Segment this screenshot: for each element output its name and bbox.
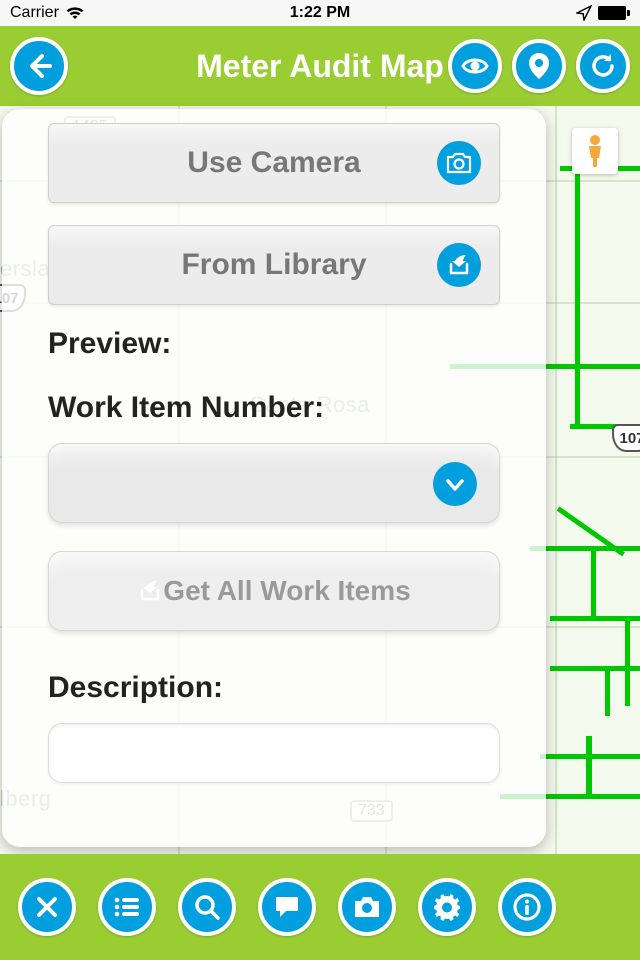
share-icon [437, 243, 481, 287]
status-right [576, 5, 630, 21]
close-icon [34, 894, 60, 920]
back-button[interactable] [10, 37, 68, 95]
clock: 1:22 PM [290, 4, 350, 22]
gear-icon [432, 892, 462, 922]
search-button[interactable] [178, 878, 236, 936]
work-item-number-label: Work Item Number: [48, 391, 500, 425]
status-bar: Carrier 1:22 PM [0, 0, 640, 26]
list-icon [113, 896, 141, 918]
camera-icon [437, 141, 481, 185]
pegman-icon [582, 134, 608, 168]
wifi-icon [65, 6, 85, 20]
use-camera-label: Use Camera [187, 146, 360, 180]
bottom-toolbar [0, 854, 640, 960]
close-button[interactable] [18, 878, 76, 936]
page-title: Meter Audit Map [196, 48, 444, 85]
chevron-down-icon [433, 462, 477, 506]
from-library-label: From Library [181, 248, 366, 282]
work-item-dropdown[interactable] [48, 443, 500, 523]
settings-button[interactable] [418, 878, 476, 936]
header-actions [448, 39, 630, 93]
visibility-button[interactable] [448, 39, 502, 93]
location-button[interactable] [512, 39, 566, 93]
streetview-pegman[interactable] [572, 128, 618, 174]
comment-button[interactable] [258, 878, 316, 936]
camera-icon [353, 895, 381, 919]
status-left: Carrier [10, 4, 85, 22]
use-camera-button[interactable]: Use Camera [48, 123, 500, 203]
export-icon [137, 578, 163, 604]
eye-icon [460, 51, 490, 81]
description-input[interactable] [48, 723, 500, 783]
search-icon [193, 893, 221, 921]
camera-toolbar-button[interactable] [338, 878, 396, 936]
battery-icon [598, 6, 630, 20]
arrow-left-icon [24, 51, 54, 81]
get-all-work-items-button[interactable]: Get All Work Items [48, 551, 500, 631]
speech-bubble-icon [273, 894, 301, 920]
info-icon [513, 893, 541, 921]
refresh-button[interactable] [576, 39, 630, 93]
route-shield-107-right: 107 [612, 424, 640, 452]
action-panel: Use Camera From Library Preview: Work It… [2, 109, 546, 847]
from-library-button[interactable]: From Library [48, 225, 500, 305]
get-all-label: Get All Work Items [163, 575, 410, 607]
description-label: Description: [48, 671, 500, 705]
location-services-icon [576, 5, 592, 21]
header-bar: Meter Audit Map [0, 26, 640, 106]
preview-label: Preview: [48, 327, 500, 361]
pin-icon [526, 51, 552, 81]
list-button[interactable] [98, 878, 156, 936]
carrier-label: Carrier [10, 4, 59, 22]
refresh-icon [588, 51, 618, 81]
info-button[interactable] [498, 878, 556, 936]
